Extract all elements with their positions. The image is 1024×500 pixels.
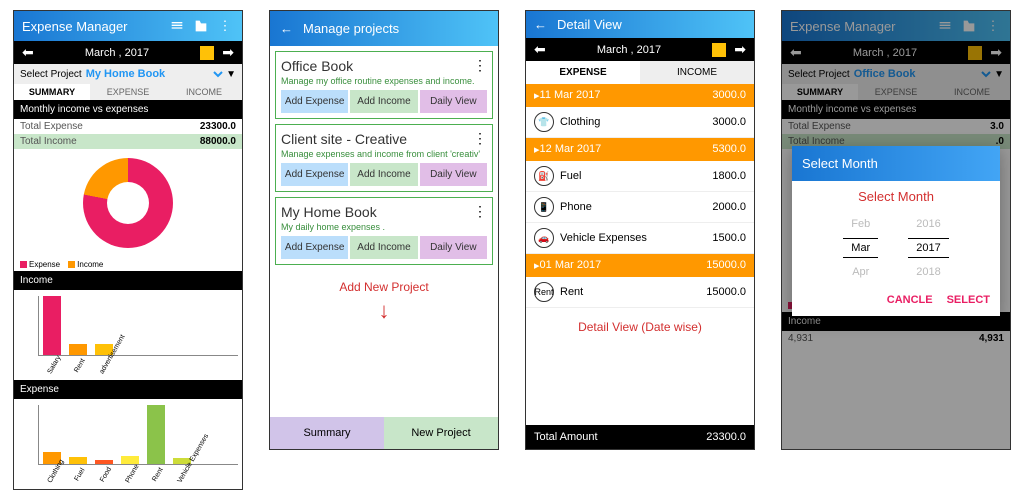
folder-icon[interactable] (192, 17, 210, 35)
project-card[interactable]: My Home Book ⋮ My daily home expenses . A… (275, 197, 493, 265)
total-income-row: Total Income88000.0 (14, 134, 242, 149)
month-nav: ⬅ March , 2017 ➡ (14, 41, 242, 64)
app-bar: ← Detail View (526, 11, 754, 38)
date-header: ▸ 01 Mar 201715000.0 (526, 254, 754, 277)
back-icon[interactable]: ← (534, 17, 547, 32)
daily-view-button[interactable]: Daily View (420, 236, 487, 259)
expense-item-row[interactable]: ⛽Fuel1800.0 (526, 161, 754, 192)
expense-item-row[interactable]: RentRent15000.0 (526, 277, 754, 308)
screen-title: Manage projects (303, 21, 488, 36)
add-expense-button[interactable]: Add Expense (281, 236, 348, 259)
detail-list: ▸ 11 Mar 20173000.0👕Clothing3000.0▸ 12 M… (526, 84, 754, 308)
add-expense-button[interactable]: Add Expense (281, 163, 348, 186)
select-project-label: Select Project (20, 69, 82, 80)
detail-caption: Detail View (Date wise) (526, 308, 754, 346)
tab-income[interactable]: INCOME (640, 61, 754, 84)
tab-expense[interactable]: EXPENSE (526, 61, 640, 84)
category-icon: 📱 (534, 197, 554, 217)
screen-summary: Expense Manager ⋮ ⬅ March , 2017 ➡ Selec… (13, 10, 243, 490)
month-year-picker[interactable]: FebMarApr 201620172018 (792, 212, 1000, 284)
project-list: Office Book ⋮ Manage my office routine ex… (270, 46, 498, 270)
add-expense-button[interactable]: Add Expense (281, 90, 348, 113)
income-header: Income (14, 271, 242, 290)
project-desc: My daily home expenses . (281, 222, 487, 232)
total-expense-row: Total Expense23300.0 (14, 119, 242, 134)
overflow-icon[interactable]: ⋮ (216, 17, 234, 35)
project-selector-row: Select Project My Home Book ▼ (14, 64, 242, 84)
category-icon: Rent (534, 282, 554, 302)
total-value: 23300.0 (706, 431, 746, 443)
dropdown-icon[interactable]: ▼ (226, 69, 236, 80)
add-income-button[interactable]: Add Income (350, 90, 417, 113)
dialog-title: Select Month (792, 181, 1000, 212)
app-bar: ← Manage projects (270, 11, 498, 46)
month-nav: ⬅ March , 2017 ➡ (526, 38, 754, 61)
detail-tabs: EXPENSE INCOME (526, 61, 754, 84)
project-desc: Manage expenses and income from client '… (281, 149, 487, 159)
prev-month-button[interactable]: ⬅ (18, 44, 38, 61)
donut-chart (14, 149, 242, 258)
income-bar-chart: SalaryRentadvertisement (14, 290, 242, 380)
date-header: ▸ 12 Mar 20175300.0 (526, 138, 754, 161)
calendar-icon[interactable] (200, 46, 214, 60)
expense-item-row[interactable]: 📱Phone2000.0 (526, 192, 754, 223)
expense-header: Expense (14, 380, 242, 399)
expense-bar-chart: ClothingFuelFoodPhoneRentVehicle Expense… (14, 399, 242, 489)
total-row: Total Amount 23300.0 (526, 425, 754, 449)
back-icon[interactable]: ← (280, 21, 293, 36)
chart-legend: Expense Income (14, 258, 242, 271)
expense-item-row[interactable]: 🚗Vehicle Expenses1500.0 (526, 223, 754, 254)
dialog-buttons: CANCLE SELECT (792, 284, 1000, 316)
next-month-button[interactable]: ➡ (218, 44, 238, 61)
add-new-project-label: Add New Project (270, 280, 498, 294)
project-name: Client site - Creative (281, 131, 407, 147)
project-name: My Home Book (281, 204, 377, 220)
daily-view-button[interactable]: Daily View (420, 163, 487, 186)
cancel-button[interactable]: CANCLE (887, 294, 933, 306)
month-label: March , 2017 (550, 44, 709, 56)
total-label: Total Amount (534, 431, 706, 443)
tab-expense[interactable]: EXPENSE (90, 84, 166, 100)
daily-view-button[interactable]: Daily View (420, 90, 487, 113)
category-icon: ⛽ (534, 166, 554, 186)
month-label: March , 2017 (38, 47, 197, 59)
screen-manage-projects: ← Manage projects Office Book ⋮ Manage my… (269, 10, 499, 450)
tab-summary[interactable]: SUMMARY (14, 84, 90, 100)
select-month-dialog: Select Month Select Month FebMarApr 2016… (792, 146, 1000, 316)
monthly-header: Monthly income vs expenses (14, 100, 242, 119)
project-menu-icon[interactable]: ⋮ (473, 203, 487, 220)
bottom-tabs: Summary New Project (270, 417, 498, 449)
category-icon: 👕 (534, 112, 554, 132)
project-card[interactable]: Client site - Creative ⋮ Manage expenses … (275, 124, 493, 192)
add-income-button[interactable]: Add Income (350, 236, 417, 259)
prev-month-button[interactable]: ⬅ (530, 41, 550, 58)
project-menu-icon[interactable]: ⋮ (473, 57, 487, 74)
arrow-down-icon: ↓ (270, 298, 498, 324)
app-bar: Expense Manager ⋮ (14, 11, 242, 41)
screen-detail-view: ← Detail View ⬅ March , 2017 ➡ EXPENSE I… (525, 10, 755, 450)
screen-title: Detail View (557, 17, 746, 32)
tab-new-project-btn[interactable]: New Project (384, 417, 498, 449)
next-month-button[interactable]: ➡ (730, 41, 750, 58)
project-card[interactable]: Office Book ⋮ Manage my office routine ex… (275, 51, 493, 119)
calendar-icon[interactable] (712, 43, 726, 57)
category-icon: 🚗 (534, 228, 554, 248)
expense-item-row[interactable]: 👕Clothing3000.0 (526, 107, 754, 138)
screen-select-month: Expense Manager ⋮ ⬅ March , 2017 ➡ Selec… (781, 10, 1011, 450)
summary-tabs: SUMMARY EXPENSE INCOME (14, 84, 242, 100)
date-header: ▸ 11 Mar 20173000.0 (526, 84, 754, 107)
add-income-button[interactable]: Add Income (350, 163, 417, 186)
tab-income[interactable]: INCOME (166, 84, 242, 100)
book-icon[interactable] (168, 17, 186, 35)
project-select[interactable]: My Home Book (82, 67, 226, 81)
project-desc: Manage my office routine expenses and in… (281, 76, 487, 86)
select-button[interactable]: SELECT (947, 294, 990, 306)
dialog-header: Select Month (792, 146, 1000, 181)
app-title: Expense Manager (22, 19, 162, 34)
tab-summary-btn[interactable]: Summary (270, 417, 384, 449)
project-name: Office Book (281, 58, 353, 74)
project-menu-icon[interactable]: ⋮ (473, 130, 487, 147)
